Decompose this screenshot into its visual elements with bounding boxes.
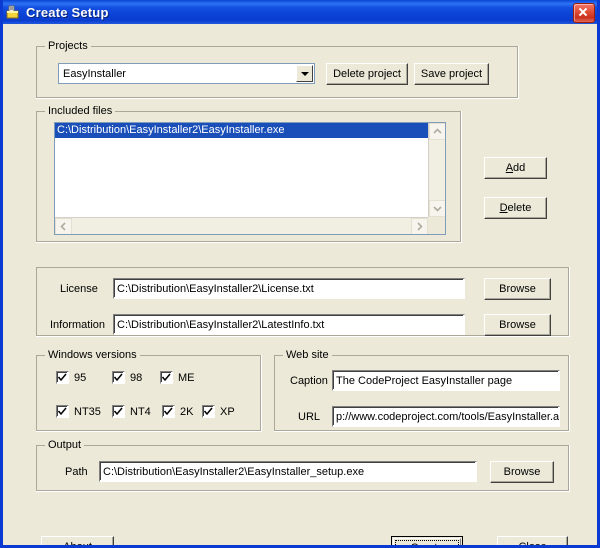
- output-browse-button[interactable]: Browse: [490, 461, 554, 483]
- delete-project-button[interactable]: Delete project: [326, 63, 408, 85]
- close-label: Close: [518, 541, 547, 548]
- checkbox-winme-box[interactable]: [160, 371, 173, 384]
- output-browse-label: Browse: [503, 466, 541, 478]
- url-value: p://www.codeproject.com/tools/EasyInstal…: [336, 410, 560, 423]
- license-field[interactable]: C:\Distribution\EasyInstaller2\License.t…: [113, 278, 465, 299]
- checkbox-2k-box[interactable]: [162, 405, 175, 418]
- delete-file-label: Delete: [499, 202, 532, 214]
- information-browse-button[interactable]: Browse: [484, 314, 551, 336]
- caption-label: Caption: [290, 375, 328, 387]
- checkbox-win98-label: 98: [130, 371, 143, 384]
- checkbox-win98[interactable]: 98: [112, 371, 142, 384]
- projects-group-title: Projects: [45, 40, 91, 52]
- list-item[interactable]: C:\Distribution\EasyInstaller2\EasyInsta…: [55, 123, 428, 138]
- scroll-up-icon[interactable]: [429, 123, 445, 140]
- project-combo[interactable]: EasyInstaller: [58, 63, 315, 84]
- license-browse-button[interactable]: Browse: [484, 278, 551, 300]
- checkbox-nt35-label: NT35: [74, 405, 101, 418]
- scroll-down-icon[interactable]: [429, 200, 445, 217]
- license-label: License: [60, 283, 98, 295]
- checkbox-nt4[interactable]: NT4: [112, 405, 151, 418]
- installer-icon: [5, 4, 21, 20]
- caption-value: The CodeProject EasyInstaller page: [336, 374, 513, 387]
- information-field[interactable]: C:\Distribution\EasyInstaller2\LatestInf…: [113, 314, 465, 335]
- license-value: C:\Distribution\EasyInstaller2\License.t…: [117, 282, 314, 295]
- close-button[interactable]: Close: [497, 536, 568, 548]
- create-label: Create: [410, 541, 444, 548]
- checkbox-2k[interactable]: 2K: [162, 405, 193, 418]
- checkbox-winme[interactable]: ME: [160, 371, 195, 384]
- add-file-button[interactable]: Add: [484, 157, 547, 179]
- checkbox-nt4-label: NT4: [130, 405, 151, 418]
- save-project-button[interactable]: Save project: [414, 63, 489, 85]
- checkbox-nt35[interactable]: NT35: [56, 405, 101, 418]
- information-label: Information: [50, 319, 106, 331]
- scrollbar-corner: [428, 217, 445, 234]
- checkbox-xp[interactable]: XP: [202, 405, 235, 418]
- listbox-vertical-scrollbar[interactable]: [428, 123, 445, 217]
- included-files-listbox[interactable]: C:\Distribution\EasyInstaller2\EasyInsta…: [54, 122, 446, 235]
- about-label: About: [63, 541, 92, 548]
- scroll-left-icon[interactable]: [55, 218, 72, 234]
- windows-versions-group-title: Windows versions: [45, 349, 140, 361]
- checkbox-winme-label: ME: [178, 371, 195, 384]
- about-button[interactable]: About: [41, 536, 114, 548]
- checkbox-xp-box[interactable]: [202, 405, 215, 418]
- checkbox-win95-box[interactable]: [56, 371, 69, 384]
- information-value: C:\Distribution\EasyInstaller2\LatestInf…: [117, 318, 325, 331]
- scroll-right-icon[interactable]: [411, 218, 428, 234]
- caption-field[interactable]: The CodeProject EasyInstaller page: [332, 370, 560, 391]
- close-icon[interactable]: [573, 3, 595, 23]
- output-path-label: Path: [65, 466, 88, 478]
- window-title: Create Setup: [26, 4, 109, 20]
- output-group-title: Output: [45, 439, 85, 451]
- checkbox-nt35-box[interactable]: [56, 405, 69, 418]
- title-bar[interactable]: Create Setup: [3, 0, 597, 24]
- checkbox-win98-box[interactable]: [112, 371, 125, 384]
- windows-versions-group: Windows versions: [36, 349, 262, 432]
- information-browse-label: Browse: [499, 319, 536, 331]
- delete-project-label: Delete project: [333, 68, 401, 80]
- listbox-horizontal-scrollbar[interactable]: [55, 217, 428, 234]
- create-button[interactable]: Create: [391, 536, 463, 548]
- checkbox-win95[interactable]: 95: [56, 371, 86, 384]
- save-project-label: Save project: [420, 68, 483, 80]
- checkbox-xp-label: XP: [220, 405, 235, 418]
- license-browse-label: Browse: [499, 283, 536, 295]
- delete-file-button[interactable]: Delete: [484, 197, 547, 219]
- checkbox-nt4-box[interactable]: [112, 405, 125, 418]
- project-combo-value[interactable]: EasyInstaller: [58, 63, 315, 84]
- checkbox-2k-label: 2K: [180, 405, 194, 418]
- output-path-field[interactable]: C:\Distribution\EasyInstaller2\EasyInsta…: [99, 461, 477, 482]
- create-setup-window: Create Setup Projects EasyInstaller Dele…: [0, 0, 600, 548]
- included-files-group-title: Included files: [45, 105, 116, 117]
- output-path-value: C:\Distribution\EasyInstaller2\EasyInsta…: [103, 465, 365, 478]
- website-group-title: Web site: [283, 349, 332, 361]
- checkbox-win95-label: 95: [74, 371, 87, 384]
- url-field[interactable]: p://www.codeproject.com/tools/EasyInstal…: [332, 406, 560, 427]
- dialog-client-area: Projects EasyInstaller Delete project Sa…: [3, 24, 597, 545]
- url-label: URL: [298, 411, 321, 423]
- chevron-down-icon[interactable]: [296, 65, 313, 82]
- add-file-label: Add: [505, 162, 526, 174]
